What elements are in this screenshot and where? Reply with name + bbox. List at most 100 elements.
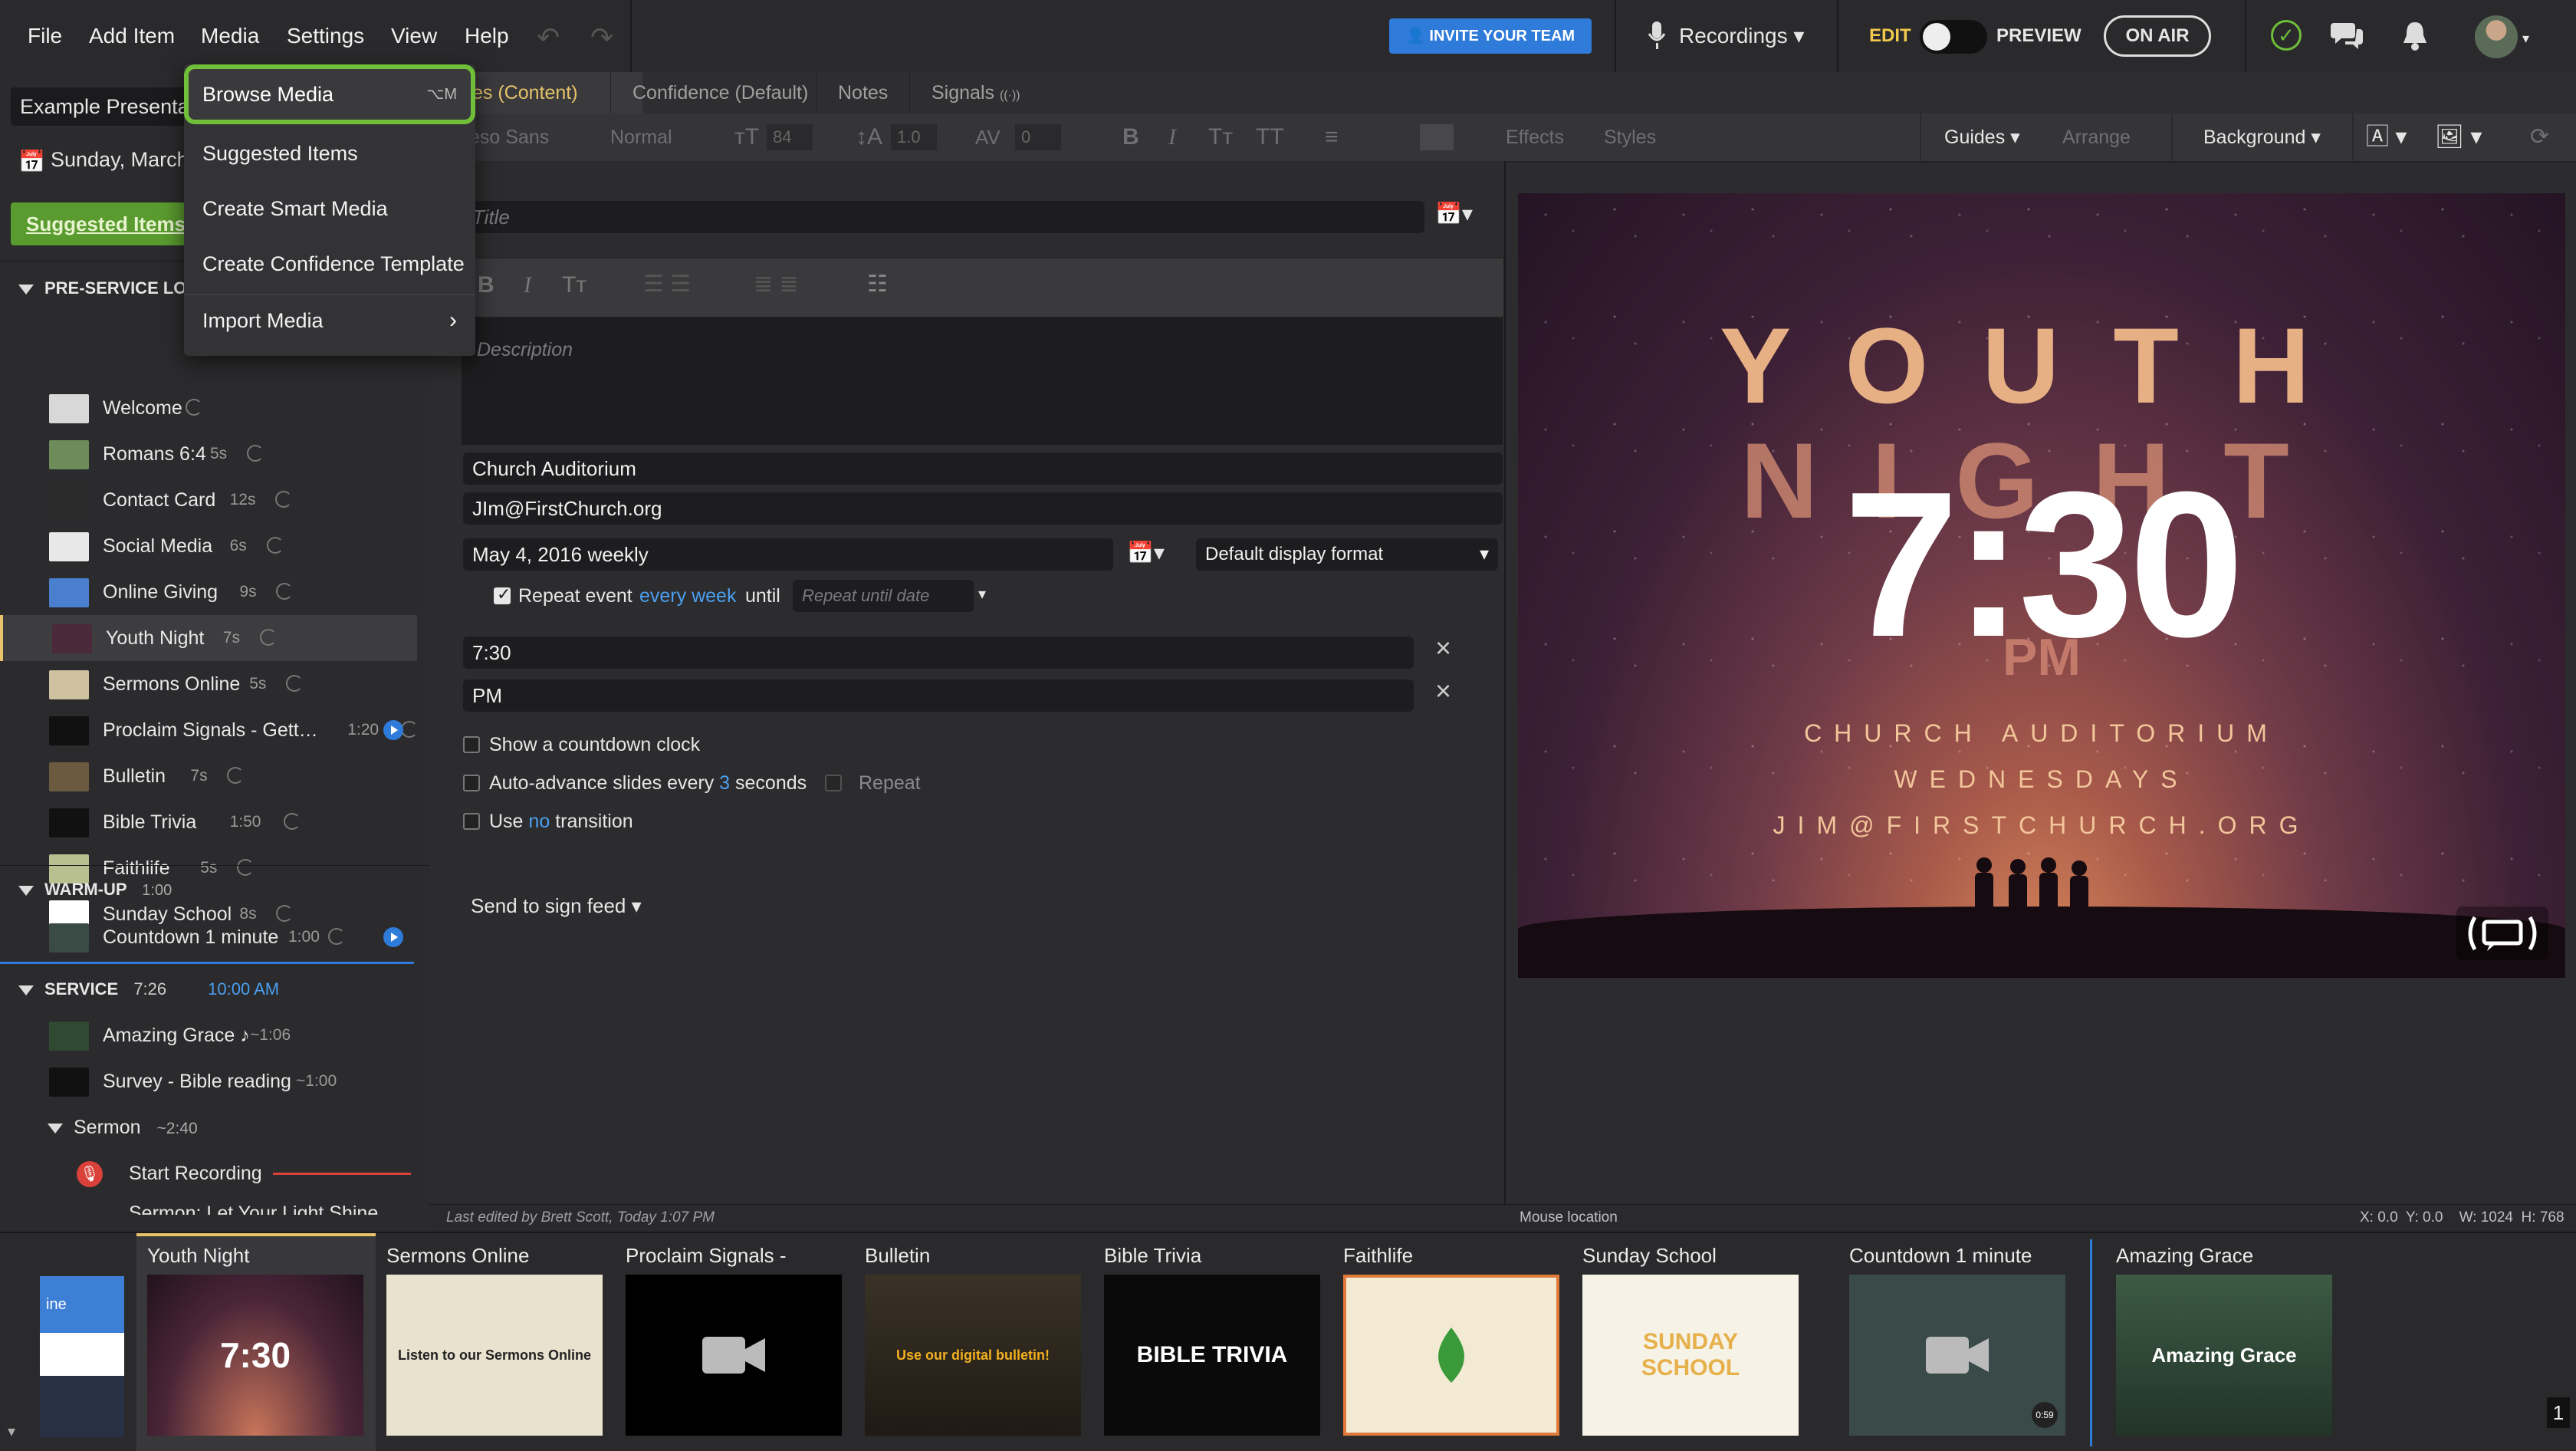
list-item[interactable]: Proclaim Signals - Gett… 1:20	[0, 707, 419, 753]
list-item[interactable]: Youth Night 7s	[0, 615, 417, 661]
menu-add-item[interactable]: Add Item	[89, 0, 175, 72]
recordings-dropdown[interactable]: Recordings ▾	[1679, 0, 1804, 72]
play-icon[interactable]	[383, 927, 403, 947]
calendar-dropdown-icon[interactable]: 📅▾	[1435, 201, 1473, 226]
text-box-icon[interactable]: 🄰 ▾	[2366, 114, 2407, 161]
on-air-button[interactable]: ON AIR	[2104, 15, 2211, 57]
guides-dropdown[interactable]: Guides ▾	[1944, 114, 2020, 161]
font-size-input[interactable]: 84	[767, 124, 813, 150]
background-dropdown[interactable]: Background ▾	[2203, 114, 2321, 161]
create-confidence-template-menu-item[interactable]: Create Confidence Template	[202, 241, 465, 287]
refresh-icon[interactable]: ⟳	[2530, 114, 2549, 161]
play-icon[interactable]	[383, 720, 403, 740]
color-swatch[interactable]	[1420, 124, 1454, 150]
suggested-items-menu-item[interactable]: Suggested Items	[202, 130, 358, 176]
bold-icon[interactable]: B	[1122, 114, 1139, 161]
effects-dropdown[interactable]: Effects	[1506, 114, 1564, 161]
avatar[interactable]	[2475, 15, 2518, 58]
bell-icon[interactable]	[2401, 20, 2429, 52]
send-sign-feed-dropdown[interactable]: Send to sign feed ▾	[471, 894, 642, 917]
title-field[interactable]: Title	[463, 201, 1424, 233]
display-format-select[interactable]: Default display format ▾	[1196, 538, 1498, 571]
arrange-dropdown[interactable]: Arrange	[2062, 114, 2131, 161]
sync-status-icon[interactable]: ✓	[2271, 20, 2302, 51]
strip-card[interactable]: Amazing Grace Amazing Grace	[2116, 1242, 2332, 1442]
section-service[interactable]: SERVICE 7:26 10:00 AM	[0, 966, 414, 1012]
image-icon[interactable]: 🖼 ▾	[2435, 114, 2482, 161]
list-item[interactable]: Amazing Grace ♪ ~1:06	[0, 1012, 414, 1058]
line-height-input[interactable]: 1.0	[891, 124, 937, 150]
auto-advance-checkbox[interactable]	[463, 775, 480, 791]
invite-team-button[interactable]: 👤 INVITE YOUR TEAM	[1389, 18, 1592, 54]
menu-help[interactable]: Help	[465, 0, 509, 72]
italic-icon[interactable]: I	[1168, 114, 1176, 161]
tab-confidence[interactable]: Confidence (Default)	[610, 72, 830, 114]
signals-broadcast-icon[interactable]	[2456, 906, 2548, 960]
strip-card[interactable]: Countdown 1 minute 0:59	[1849, 1242, 2065, 1442]
list-item[interactable]: Sermon: Let Your Light Shine	[77, 1204, 414, 1215]
repeat-frequency-link[interactable]: every week	[639, 584, 736, 607]
italic-icon[interactable]: I	[524, 272, 531, 298]
chat-icon[interactable]	[2331, 20, 2364, 51]
menu-view[interactable]: View	[391, 0, 437, 72]
slide-preview[interactable]: YOUTH NIGHT 7:30 PM CHURCH AUDITORIUM WE…	[1518, 193, 2565, 978]
strip-card[interactable]: Bulletin Use our digital bulletin!	[865, 1242, 1081, 1442]
font-weight-select[interactable]: Normal	[610, 114, 672, 161]
email-field[interactable]: JIm@FirstChurch.org	[463, 492, 1503, 525]
auto-advance-seconds-link[interactable]: 3	[719, 772, 730, 794]
align-icon[interactable]: ≡	[1325, 114, 1339, 161]
list-item[interactable]: Online Giving 9s	[0, 569, 414, 615]
suggested-items-button[interactable]: Suggested Items	[11, 202, 186, 245]
undo-icon[interactable]: ↶	[537, 21, 560, 54]
list-item[interactable]: Countdown 1 minute 1:00	[0, 914, 414, 960]
service-date[interactable]: Sunday, March	[51, 146, 189, 173]
menu-settings[interactable]: Settings	[287, 0, 364, 72]
strip-card[interactable]: Youth Night 7:30	[147, 1242, 363, 1442]
group-sermon[interactable]: Sermon ~2:40	[0, 1104, 414, 1150]
service-start-time[interactable]: 10:00 AM	[208, 979, 279, 999]
text-case-icon[interactable]: Tт	[1208, 114, 1233, 161]
date-picker-icon[interactable]: 📅▾	[1127, 540, 1165, 565]
list-item[interactable]: Survey - Bible reading ~1:00	[0, 1058, 414, 1104]
list-item[interactable]: Romans 6:4 5s	[0, 431, 414, 477]
list-item[interactable]: Bulletin 7s	[0, 753, 414, 799]
bold-icon[interactable]: B	[478, 272, 495, 298]
close-icon[interactable]: ×	[1435, 675, 1451, 707]
countdown-checkbox[interactable]	[463, 736, 480, 753]
location-field[interactable]: Church Auditorium	[463, 452, 1503, 485]
indent-icon[interactable]: ≣ ≣	[754, 271, 799, 298]
strip-card-partial[interactable]: ine	[40, 1276, 124, 1437]
presentation-title[interactable]: Example Presenta	[11, 87, 202, 126]
repeat-checkbox[interactable]	[825, 775, 842, 791]
all-caps-icon[interactable]: TT	[1256, 114, 1284, 161]
edit-preview-toggle[interactable]	[1920, 20, 1987, 54]
transition-type-link[interactable]: no	[528, 811, 550, 832]
strip-card[interactable]: Bible Trivia BIBLE TRIVIA	[1104, 1242, 1320, 1442]
time-field[interactable]: 7:30	[463, 637, 1414, 669]
text-size-icon[interactable]: Tт	[562, 272, 586, 298]
tab-signals[interactable]: Signals ((·))	[909, 72, 1042, 114]
transition-checkbox[interactable]	[463, 813, 480, 830]
strip-card[interactable]: Sermons Online Listen to our Sermons Onli…	[386, 1242, 603, 1442]
styles-dropdown[interactable]: Styles	[1604, 114, 1656, 161]
tab-notes[interactable]: Notes	[816, 72, 909, 114]
bullet-list-icon[interactable]: ☰ ☰	[643, 271, 691, 298]
letter-spacing-input[interactable]: 0	[1015, 124, 1061, 150]
browse-media-item[interactable]: Browse Media ⌥M	[184, 64, 475, 124]
chevron-down-icon[interactable]: ▾	[978, 584, 986, 604]
strip-card[interactable]: Proclaim Signals -	[626, 1242, 842, 1442]
strip-card[interactable]: Sunday School SUNDAY SCHOOL	[1582, 1242, 1799, 1442]
chevron-down-icon[interactable]: ▾	[8, 1422, 15, 1441]
repeat-event-checkbox[interactable]	[494, 584, 511, 604]
menu-file[interactable]: File	[28, 0, 62, 72]
date-field[interactable]: May 4, 2016 weekly	[463, 538, 1113, 571]
ampm-field[interactable]: PM	[463, 679, 1414, 712]
strip-card[interactable]: Faithlife	[1343, 1242, 1559, 1442]
repeat-until-field[interactable]: Repeat until date	[793, 580, 974, 612]
import-media-menu-item[interactable]: Import Media ›	[202, 298, 457, 344]
font-family-select[interactable]: eso Sans	[469, 114, 549, 161]
insert-field-icon[interactable]: ☷	[867, 271, 888, 298]
start-recording-row[interactable]: 🎙 Start Recording	[0, 1150, 414, 1196]
list-item[interactable]: Welcome	[0, 385, 414, 431]
list-item[interactable]: Sermons Online 5s	[0, 661, 414, 707]
